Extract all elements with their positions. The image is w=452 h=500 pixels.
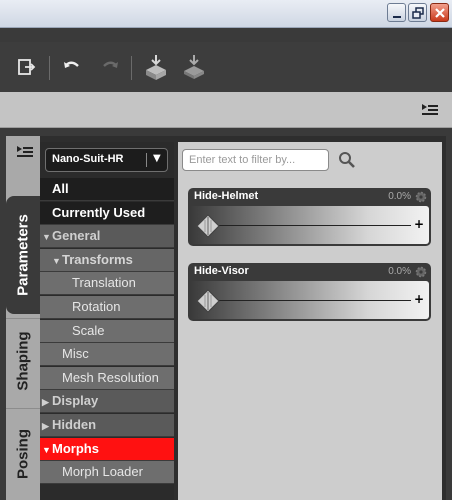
slider-header: Hide-Visor 0.0% [188, 263, 431, 281]
export-icon [18, 59, 36, 75]
tree-item-display[interactable]: ▶ Display [40, 390, 174, 413]
tree-item-translation[interactable]: Translation [40, 272, 174, 295]
slider-value[interactable]: 0.0% [388, 266, 411, 277]
tab-label: Posing [14, 428, 32, 479]
restore-icon [412, 7, 424, 19]
window-title-bar [0, 0, 452, 28]
pane-options-icon[interactable] [421, 103, 439, 117]
tree-item-misc[interactable]: Misc [40, 343, 174, 366]
tree-item-label: Morph Loader [62, 464, 143, 479]
slider-line [212, 300, 411, 301]
slider-thumb[interactable] [196, 289, 220, 313]
load-figure-icon [146, 55, 166, 80]
load-pose-button[interactable] [179, 52, 209, 82]
close-icon [435, 8, 445, 18]
tree-item-label: Misc [62, 346, 89, 361]
expand-arrow-icon[interactable]: ▼ [42, 439, 52, 461]
minimize-button[interactable] [387, 3, 406, 22]
load-pose-icon [184, 55, 204, 79]
tree-item-hidden[interactable]: ▶ Hidden [40, 414, 174, 437]
collapse-arrow-icon[interactable]: ▶ [42, 391, 52, 413]
close-button[interactable] [430, 3, 449, 22]
tab-label: Parameters [14, 214, 32, 296]
tab-parameters[interactable]: Parameters [6, 196, 40, 314]
slider-header: Hide-Helmet 0.0% [188, 188, 431, 206]
tree-item-transforms[interactable]: ▼Transforms [40, 249, 174, 272]
tree-item-label: Translation [72, 275, 136, 290]
tree-item-mesh-resolution[interactable]: Mesh Resolution [40, 367, 174, 390]
slider-hide-helmet: Hide-Helmet 0.0% + [188, 188, 431, 246]
main-toolbar [0, 42, 452, 92]
slider-track[interactable]: + [190, 281, 429, 319]
gear-icon[interactable] [415, 266, 427, 278]
tree-item-morphs[interactable]: ▼Morphs [40, 438, 174, 461]
slider-hide-visor: Hide-Visor 0.0% + [188, 263, 431, 321]
tree-item-rotation[interactable]: Rotation [40, 296, 174, 319]
tree-item-scale[interactable]: Scale [40, 320, 174, 343]
toolbar-separator [131, 56, 132, 80]
tree-item-label: General [52, 228, 101, 243]
expand-arrow-icon[interactable]: ▼ [52, 250, 62, 272]
collapse-arrow-icon[interactable]: ▶ [42, 415, 52, 437]
search-button[interactable] [337, 150, 357, 170]
slider-name: Hide-Helmet [194, 190, 259, 202]
plus-icon: + [413, 292, 424, 306]
tree-item-general[interactable]: ▼General [40, 225, 174, 248]
tree-item-label: Rotation [72, 299, 121, 314]
redo-icon [103, 61, 118, 68]
slider-name: Hide-Visor [194, 265, 249, 277]
tree-item-morph-loader[interactable]: Morph Loader [40, 461, 174, 484]
slider-value[interactable]: 0.0% [388, 191, 411, 202]
tree-item-label: Mesh Resolution [62, 370, 159, 385]
slider-thumb[interactable] [196, 214, 220, 238]
tree-item-label: Scale [72, 323, 105, 338]
gear-icon[interactable] [415, 191, 427, 203]
slider-track[interactable]: + [190, 206, 429, 244]
pane-header-strip [0, 92, 452, 128]
tab-shaping[interactable]: Shaping [6, 318, 40, 402]
undo-icon [64, 61, 79, 68]
slider-line [212, 225, 411, 226]
tab-label: Shaping [14, 330, 32, 391]
export-button[interactable] [12, 52, 42, 82]
tree-item-label: All [52, 181, 69, 196]
node-selector[interactable]: Nano-Suit-HR ▼ [45, 148, 168, 172]
tree-item-label: Morphs [52, 441, 99, 456]
expand-arrow-icon[interactable]: ▼ [42, 226, 52, 248]
undo-button[interactable] [57, 52, 87, 82]
tree-item-label: Hidden [52, 417, 97, 432]
restore-button[interactable] [408, 3, 427, 22]
minimize-icon [393, 16, 401, 18]
tab-posing[interactable]: Posing [6, 408, 40, 498]
tree-item-all[interactable]: All [40, 178, 174, 201]
tree-item-currently-used[interactable]: Currently Used [40, 202, 174, 225]
tree-item-label: Currently Used [52, 205, 146, 220]
load-figure-button[interactable] [141, 52, 171, 82]
tree-item-label: Transforms [62, 252, 133, 267]
toolbar-separator [49, 56, 50, 80]
tree-item-label: Display [52, 393, 99, 408]
filter-input[interactable] [182, 149, 329, 171]
search-icon [339, 152, 355, 168]
chevron-down-icon: ▼ [153, 153, 161, 164]
tab-options-icon[interactable] [16, 145, 34, 159]
redo-button[interactable] [95, 52, 125, 82]
dropdown-separator [146, 153, 147, 167]
plus-icon: + [413, 217, 424, 231]
node-selector-value: Nano-Suit-HR [52, 153, 124, 165]
